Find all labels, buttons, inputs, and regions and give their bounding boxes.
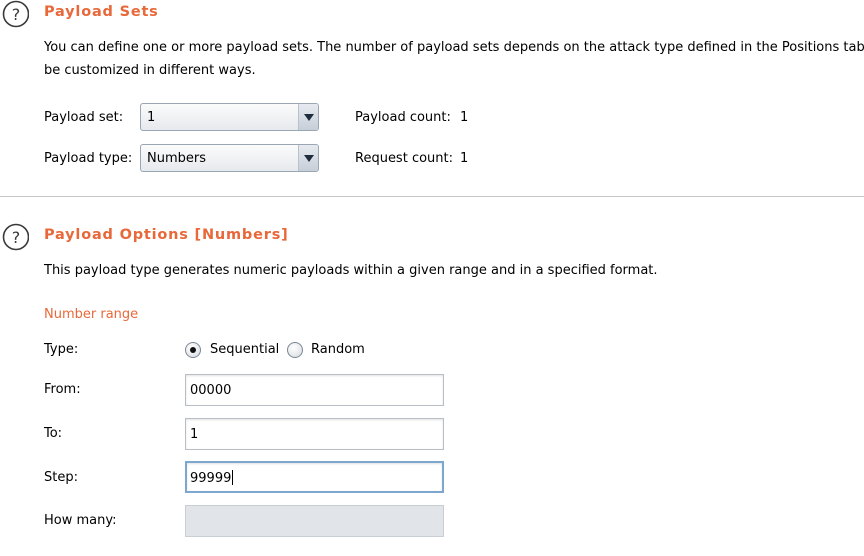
chevron-down-icon bbox=[304, 114, 314, 121]
payload-count-value: 1 bbox=[460, 110, 469, 125]
svg-text:?: ? bbox=[12, 228, 21, 247]
from-input-value: 00000 bbox=[190, 383, 232, 398]
payload-count-label: Payload count: bbox=[355, 110, 451, 125]
number-range-heading: Number range bbox=[44, 307, 139, 322]
to-label: To: bbox=[44, 426, 63, 441]
intruder-payloads-panel: ? Payload Sets You can define one or mor… bbox=[0, 0, 864, 556]
payload-options-title: Payload Options [Numbers] bbox=[44, 227, 289, 243]
radio-selected-dot bbox=[190, 347, 196, 353]
to-input[interactable]: 1 bbox=[185, 418, 444, 450]
random-radio[interactable] bbox=[287, 342, 303, 358]
type-label: Type: bbox=[44, 342, 79, 357]
chevron-down-icon bbox=[304, 155, 314, 162]
payload-type-label: Payload type: bbox=[44, 151, 133, 166]
request-count-value: 1 bbox=[460, 151, 469, 166]
sequential-radio[interactable] bbox=[185, 342, 201, 358]
how-many-input bbox=[185, 505, 444, 537]
step-input[interactable]: 99999 bbox=[185, 461, 444, 493]
request-count-label: Request count: bbox=[355, 151, 453, 166]
section-divider bbox=[0, 196, 864, 197]
step-input-value: 99999 bbox=[190, 471, 232, 486]
payload-type-selected-value: Numbers bbox=[147, 151, 206, 166]
payload-sets-description-line2: be customized in different ways. bbox=[44, 63, 256, 78]
payload-options-description: This payload type generates numeric payl… bbox=[44, 263, 658, 278]
payload-type-select[interactable]: Numbers bbox=[140, 144, 319, 172]
payload-sets-title: Payload Sets bbox=[44, 4, 159, 20]
from-label: From: bbox=[44, 382, 81, 397]
how-many-label: How many: bbox=[44, 513, 117, 528]
from-input[interactable]: 00000 bbox=[185, 374, 444, 406]
payload-set-selected-value: 1 bbox=[147, 110, 156, 125]
payload-type-dropdown-button[interactable] bbox=[298, 145, 318, 171]
payload-set-select[interactable]: 1 bbox=[140, 103, 319, 131]
payload-sets-description-line1: You can define one or more payload sets.… bbox=[44, 40, 864, 55]
payload-set-label: Payload set: bbox=[44, 110, 124, 125]
sequential-radio-label[interactable]: Sequential bbox=[210, 342, 279, 357]
to-input-value: 1 bbox=[190, 427, 199, 442]
step-label: Step: bbox=[44, 470, 78, 485]
svg-text:?: ? bbox=[12, 5, 21, 24]
help-icon[interactable]: ? bbox=[1, 223, 29, 251]
payload-set-dropdown-button[interactable] bbox=[298, 104, 318, 130]
random-radio-label[interactable]: Random bbox=[311, 342, 365, 357]
text-caret bbox=[232, 470, 234, 485]
help-icon[interactable]: ? bbox=[1, 0, 29, 28]
